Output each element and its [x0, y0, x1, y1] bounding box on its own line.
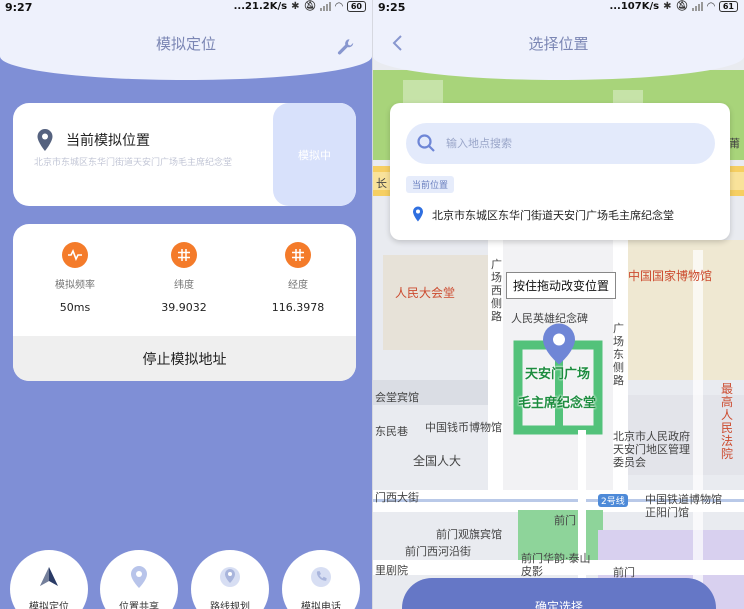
- map-label: 人民大会堂: [395, 286, 456, 300]
- nav-label: 模拟电话: [301, 602, 341, 609]
- nav-simulate-location[interactable]: 模拟定位: [10, 550, 88, 609]
- app-root: 9:27 ...21.2K/s ✱ 🔕︎ ◠ 60 模拟定位 当前模拟位置 北京…: [0, 0, 744, 609]
- confirm-selection-button[interactable]: 确定选择: [402, 578, 716, 609]
- status-bar: 9:25 ...107K/s ✱ 🔕︎ ◠ 61: [373, 0, 744, 16]
- stat-value: 50ms: [59, 301, 91, 314]
- nav-simulate-call[interactable]: 模拟电话: [282, 550, 360, 609]
- map-label: 中国铁道博物馆正阳门馆: [645, 493, 722, 519]
- wifi-icon: ◠: [707, 1, 715, 12]
- map-label: 前门: [554, 514, 576, 527]
- map-label: 最高人民法院: [721, 382, 734, 461]
- map-label: 门西大街: [375, 491, 419, 504]
- map-label: 莆: [729, 137, 740, 150]
- current-location-result[interactable]: 北京市东城区东华门街道天安门广场毛主席纪念堂: [432, 207, 674, 223]
- network-speed: ...21.2K/s: [233, 1, 288, 12]
- stat-longitude: 经度 116.3978: [243, 242, 353, 314]
- status-time: 9:27: [5, 1, 33, 14]
- status-icons: ...21.2K/s ✱ 🔕︎ ◠ 60: [234, 1, 366, 12]
- signal-icon: [320, 2, 332, 11]
- map-label: 中国国家博物馆: [628, 269, 713, 283]
- location-share-icon: [100, 564, 178, 590]
- search-icon: [416, 133, 436, 157]
- current-location-title: 当前模拟位置: [66, 133, 150, 149]
- search-card: 当前位置 北京市东城区东华门街道天安门广场毛主席纪念堂: [390, 103, 730, 240]
- nav-route-planning[interactable]: 路线规划: [191, 550, 269, 609]
- bluetooth-icon: ✱: [663, 1, 672, 12]
- battery-indicator: 60: [346, 1, 366, 12]
- search-box[interactable]: [406, 123, 715, 164]
- page-title: 选择位置: [528, 35, 589, 53]
- map-label: 广场西侧路: [491, 258, 502, 323]
- map-label: 毛主席纪念堂: [518, 396, 597, 411]
- stat-label: 经度: [288, 280, 308, 291]
- search-input[interactable]: [446, 123, 701, 164]
- status-time: 9:25: [378, 1, 406, 14]
- mute-icon: 🔕︎: [303, 1, 317, 12]
- stat-latitude: 纬度 39.9032: [129, 242, 239, 314]
- map-label: 会堂宾馆: [375, 391, 419, 404]
- route-icon: [191, 564, 269, 590]
- simulating-button[interactable]: 模拟中: [273, 103, 356, 206]
- wrench-icon[interactable]: [336, 37, 356, 61]
- latitude-icon: [171, 242, 197, 268]
- page-title: 模拟定位: [155, 35, 216, 53]
- map-label: 广场东侧路: [613, 322, 624, 387]
- stat-value: 39.9032: [161, 301, 207, 314]
- stat-value: 116.3978: [271, 301, 325, 314]
- stat-label: 纬度: [174, 280, 194, 291]
- bluetooth-icon: ✱: [291, 1, 300, 12]
- map-label: 长: [376, 177, 387, 190]
- select-location-screen: 9:25 ...107K/s ✱ 🔕︎ ◠ 61 选择位置 长 莆 人民大会堂 …: [373, 0, 744, 609]
- battery-indicator: 61: [718, 1, 738, 12]
- map-center-pin-icon[interactable]: [541, 322, 577, 370]
- navigate-icon: [10, 564, 88, 590]
- map-label: 2号线: [598, 494, 628, 507]
- stats-card: 模拟频率 50ms 纬度 39.9032 经度 116.3978 停止模拟地址: [13, 224, 356, 381]
- nav-label: 路线规划: [210, 602, 250, 609]
- back-arrow-icon[interactable]: [391, 34, 403, 56]
- current-location-card: 当前模拟位置 北京市东城区东华门街道天安门广场毛主席纪念堂 模拟中: [13, 103, 356, 206]
- longitude-icon: [285, 242, 311, 268]
- location-pin-icon: [36, 128, 54, 156]
- current-location-tag: 当前位置: [406, 176, 455, 193]
- pulse-icon: [62, 242, 88, 268]
- map-label: 中国钱币博物馆: [425, 421, 502, 434]
- location-pin-icon: [412, 206, 424, 226]
- nav-label: 位置共享: [119, 602, 159, 609]
- map-label: 北京市人民政府天安门地区管理委员会: [613, 430, 690, 469]
- status-icons: ...107K/s ✱ 🔕︎ ◠ 61: [609, 1, 738, 12]
- mute-icon: 🔕︎: [675, 1, 689, 12]
- wifi-icon: ◠: [335, 1, 343, 12]
- nav-label: 模拟定位: [29, 602, 69, 609]
- map-label: 前门观旗宾馆: [436, 528, 502, 541]
- map-label: 全国人大: [413, 454, 462, 468]
- map-label: 里剧院: [375, 564, 408, 577]
- map-label: 前门华韵·泰山皮影: [521, 552, 591, 578]
- stat-label: 模拟频率: [55, 280, 95, 291]
- current-location-address: 北京市东城区东华门街道天安门广场毛主席纪念堂: [34, 158, 233, 168]
- nav-location-share[interactable]: 位置共享: [100, 550, 178, 609]
- phone-icon: [282, 564, 360, 590]
- simulate-location-screen: 9:27 ...21.2K/s ✱ 🔕︎ ◠ 60 模拟定位 当前模拟位置 北京…: [0, 0, 372, 609]
- stop-simulation-button[interactable]: 停止模拟地址: [13, 336, 356, 381]
- stat-frequency: 模拟频率 50ms: [20, 242, 130, 314]
- status-bar: 9:27 ...21.2K/s ✱ 🔕︎ ◠ 60: [0, 0, 372, 16]
- map-label: 东民巷: [375, 425, 408, 438]
- signal-icon: [692, 2, 704, 11]
- map-label: 前门西河沿街: [405, 545, 471, 558]
- drag-hint-tooltip: 按住拖动改变位置: [506, 272, 617, 299]
- network-speed: ...107K/s: [609, 1, 660, 12]
